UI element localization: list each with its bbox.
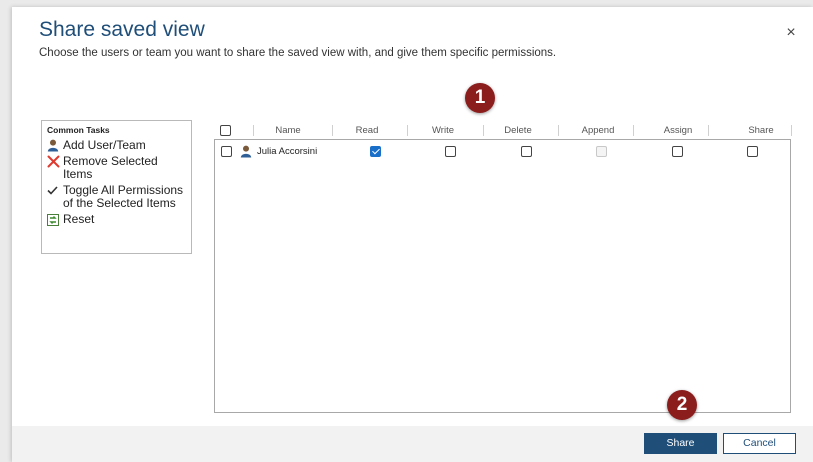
column-separator: [332, 125, 333, 136]
reset-icon: [47, 213, 63, 226]
user-icon: [47, 139, 63, 152]
column-separator: [483, 125, 484, 136]
dialog-footer: Share Cancel: [12, 426, 813, 462]
column-header-read[interactable]: Read: [347, 122, 387, 139]
common-tasks-title: Common Tasks: [47, 125, 110, 135]
close-icon[interactable]: ×: [782, 24, 800, 42]
column-header-assign[interactable]: Assign: [648, 122, 708, 139]
dialog-title: Share saved view: [39, 18, 205, 41]
red-x-icon: [47, 155, 63, 168]
toggle-all-permissions-task[interactable]: Toggle All Permissions of the Selected I…: [47, 184, 186, 210]
reset-label: Reset: [63, 212, 95, 226]
column-header-write[interactable]: Write: [423, 122, 463, 139]
reset-task[interactable]: Reset: [47, 213, 186, 226]
column-header-name[interactable]: Name: [259, 122, 317, 139]
column-separator: [253, 125, 254, 136]
column-header-share[interactable]: Share: [736, 122, 786, 139]
permissions-grid: Julia Accorsini: [214, 139, 791, 413]
share-permission-checkbox[interactable]: [747, 146, 758, 157]
column-header-delete[interactable]: Delete: [498, 122, 538, 139]
select-all-checkbox[interactable]: [220, 125, 231, 136]
add-user-team-task[interactable]: Add User/Team: [47, 139, 186, 152]
cancel-button[interactable]: Cancel: [723, 433, 796, 454]
callout-badge-1: 1: [465, 83, 495, 113]
callout-badge-2: 2: [667, 390, 697, 420]
column-separator: [633, 125, 634, 136]
checkmark-icon: [47, 184, 63, 197]
write-permission-checkbox[interactable]: [445, 146, 456, 157]
table-row[interactable]: Julia Accorsini: [215, 143, 790, 160]
append-permission-checkbox: [596, 146, 607, 157]
assign-permission-checkbox[interactable]: [672, 146, 683, 157]
read-permission-checkbox[interactable]: [370, 146, 381, 157]
column-separator: [407, 125, 408, 136]
common-tasks-panel: Common Tasks Add User/Team Remove Select…: [41, 120, 192, 254]
dialog-subtitle: Choose the users or team you want to sha…: [39, 47, 557, 59]
share-button[interactable]: Share: [644, 433, 717, 454]
column-separator: [558, 125, 559, 136]
column-separator: [708, 125, 709, 136]
grid-header: Name Read Write Delete Append Assign Sha…: [217, 122, 800, 139]
remove-selected-items-label: Remove Selected Items: [63, 154, 158, 181]
row-select-checkbox[interactable]: [221, 146, 232, 157]
toggle-all-permissions-label: Toggle All Permissions of the Selected I…: [63, 183, 184, 210]
delete-permission-checkbox[interactable]: [521, 146, 532, 157]
remove-selected-items-task[interactable]: Remove Selected Items: [47, 155, 186, 181]
add-user-team-label: Add User/Team: [63, 138, 146, 152]
column-separator: [791, 125, 792, 136]
share-dialog: Share saved view Choose the users or tea…: [12, 7, 813, 462]
column-header-append[interactable]: Append: [568, 122, 628, 139]
user-icon: [240, 143, 252, 160]
user-name: Julia Accorsini: [257, 146, 318, 157]
